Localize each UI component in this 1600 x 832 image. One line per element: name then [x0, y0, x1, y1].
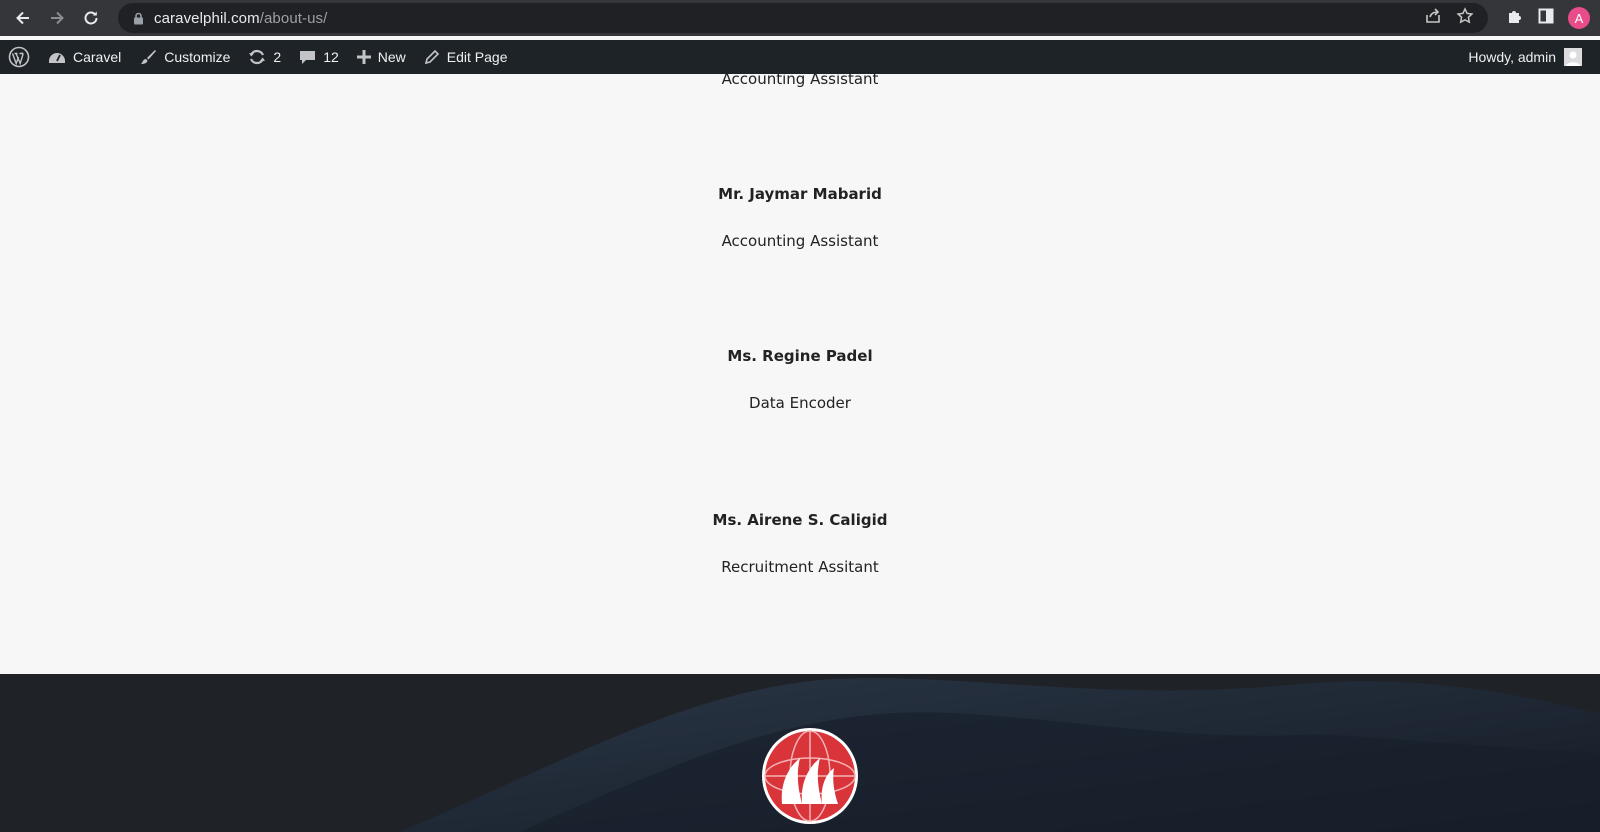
pencil-icon [424, 49, 440, 65]
avatar [1564, 48, 1582, 66]
arrow-right-icon [51, 11, 64, 25]
edit-page-link[interactable]: Edit Page [415, 40, 517, 74]
staff-role: Data Encoder [749, 394, 851, 412]
wp-admin-bar: Caravel Customize 2 12 New Edit Page How… [0, 40, 1600, 74]
url-text: caravelphil.com/about-us/ [154, 10, 327, 27]
customize-label: Customize [164, 49, 231, 65]
dashboard-icon [48, 49, 66, 65]
wordpress-logo-icon [8, 46, 30, 68]
comments-count: 12 [323, 49, 339, 65]
caravel-logo[interactable] [760, 726, 860, 826]
site-name-label: Caravel [73, 49, 122, 65]
back-button[interactable] [6, 0, 40, 36]
my-account-menu[interactable]: Howdy, admin [1468, 40, 1582, 74]
lock-icon [130, 10, 146, 26]
site-name-menu[interactable]: Caravel [39, 40, 130, 74]
star-icon[interactable] [1456, 6, 1474, 30]
puzzle-icon[interactable] [1506, 7, 1524, 30]
arrow-left-icon [16, 11, 29, 25]
edit-page-label: Edit Page [446, 49, 508, 65]
new-label: New [377, 49, 406, 65]
forward-button[interactable] [40, 0, 74, 36]
new-content-menu[interactable]: New [348, 40, 415, 74]
staff-role: Recruitment Assitant [721, 558, 879, 576]
updates-count: 2 [273, 49, 282, 65]
updates-icon [248, 48, 266, 66]
staff-name: Ms. Airene S. Caligid [712, 511, 888, 529]
address-bar[interactable]: caravelphil.com/about-us/ [118, 3, 1488, 33]
comments-link[interactable]: 12 [290, 40, 348, 74]
plus-icon [356, 50, 371, 64]
side-panel-icon[interactable] [1538, 8, 1554, 29]
staff-name: Ms. Regine Padel [727, 347, 873, 365]
brush-icon [139, 48, 157, 66]
staff-name: Mr. Jaymar Mabarid [718, 185, 882, 203]
page-content: Accounting Assistant Mr. Jaymar Mabarid … [0, 70, 1600, 674]
share-icon[interactable] [1424, 7, 1442, 30]
wordpress-menu[interactable] [0, 40, 39, 74]
site-footer [0, 674, 1600, 832]
reload-icon [84, 11, 98, 25]
howdy-label: Howdy, admin [1468, 49, 1556, 65]
reload-button[interactable] [74, 0, 108, 36]
url-path: /about-us/ [259, 9, 328, 27]
staff-role: Accounting Assistant [721, 70, 879, 88]
profile-avatar[interactable]: A [1568, 7, 1590, 29]
url-host: caravelphil.com [154, 9, 260, 27]
customize-link[interactable]: Customize [130, 40, 239, 74]
staff-role: Accounting Assistant [721, 232, 879, 250]
updates-link[interactable]: 2 [239, 40, 290, 74]
browser-toolbar: caravelphil.com/about-us/ A [0, 0, 1600, 36]
comment-icon [299, 49, 316, 66]
